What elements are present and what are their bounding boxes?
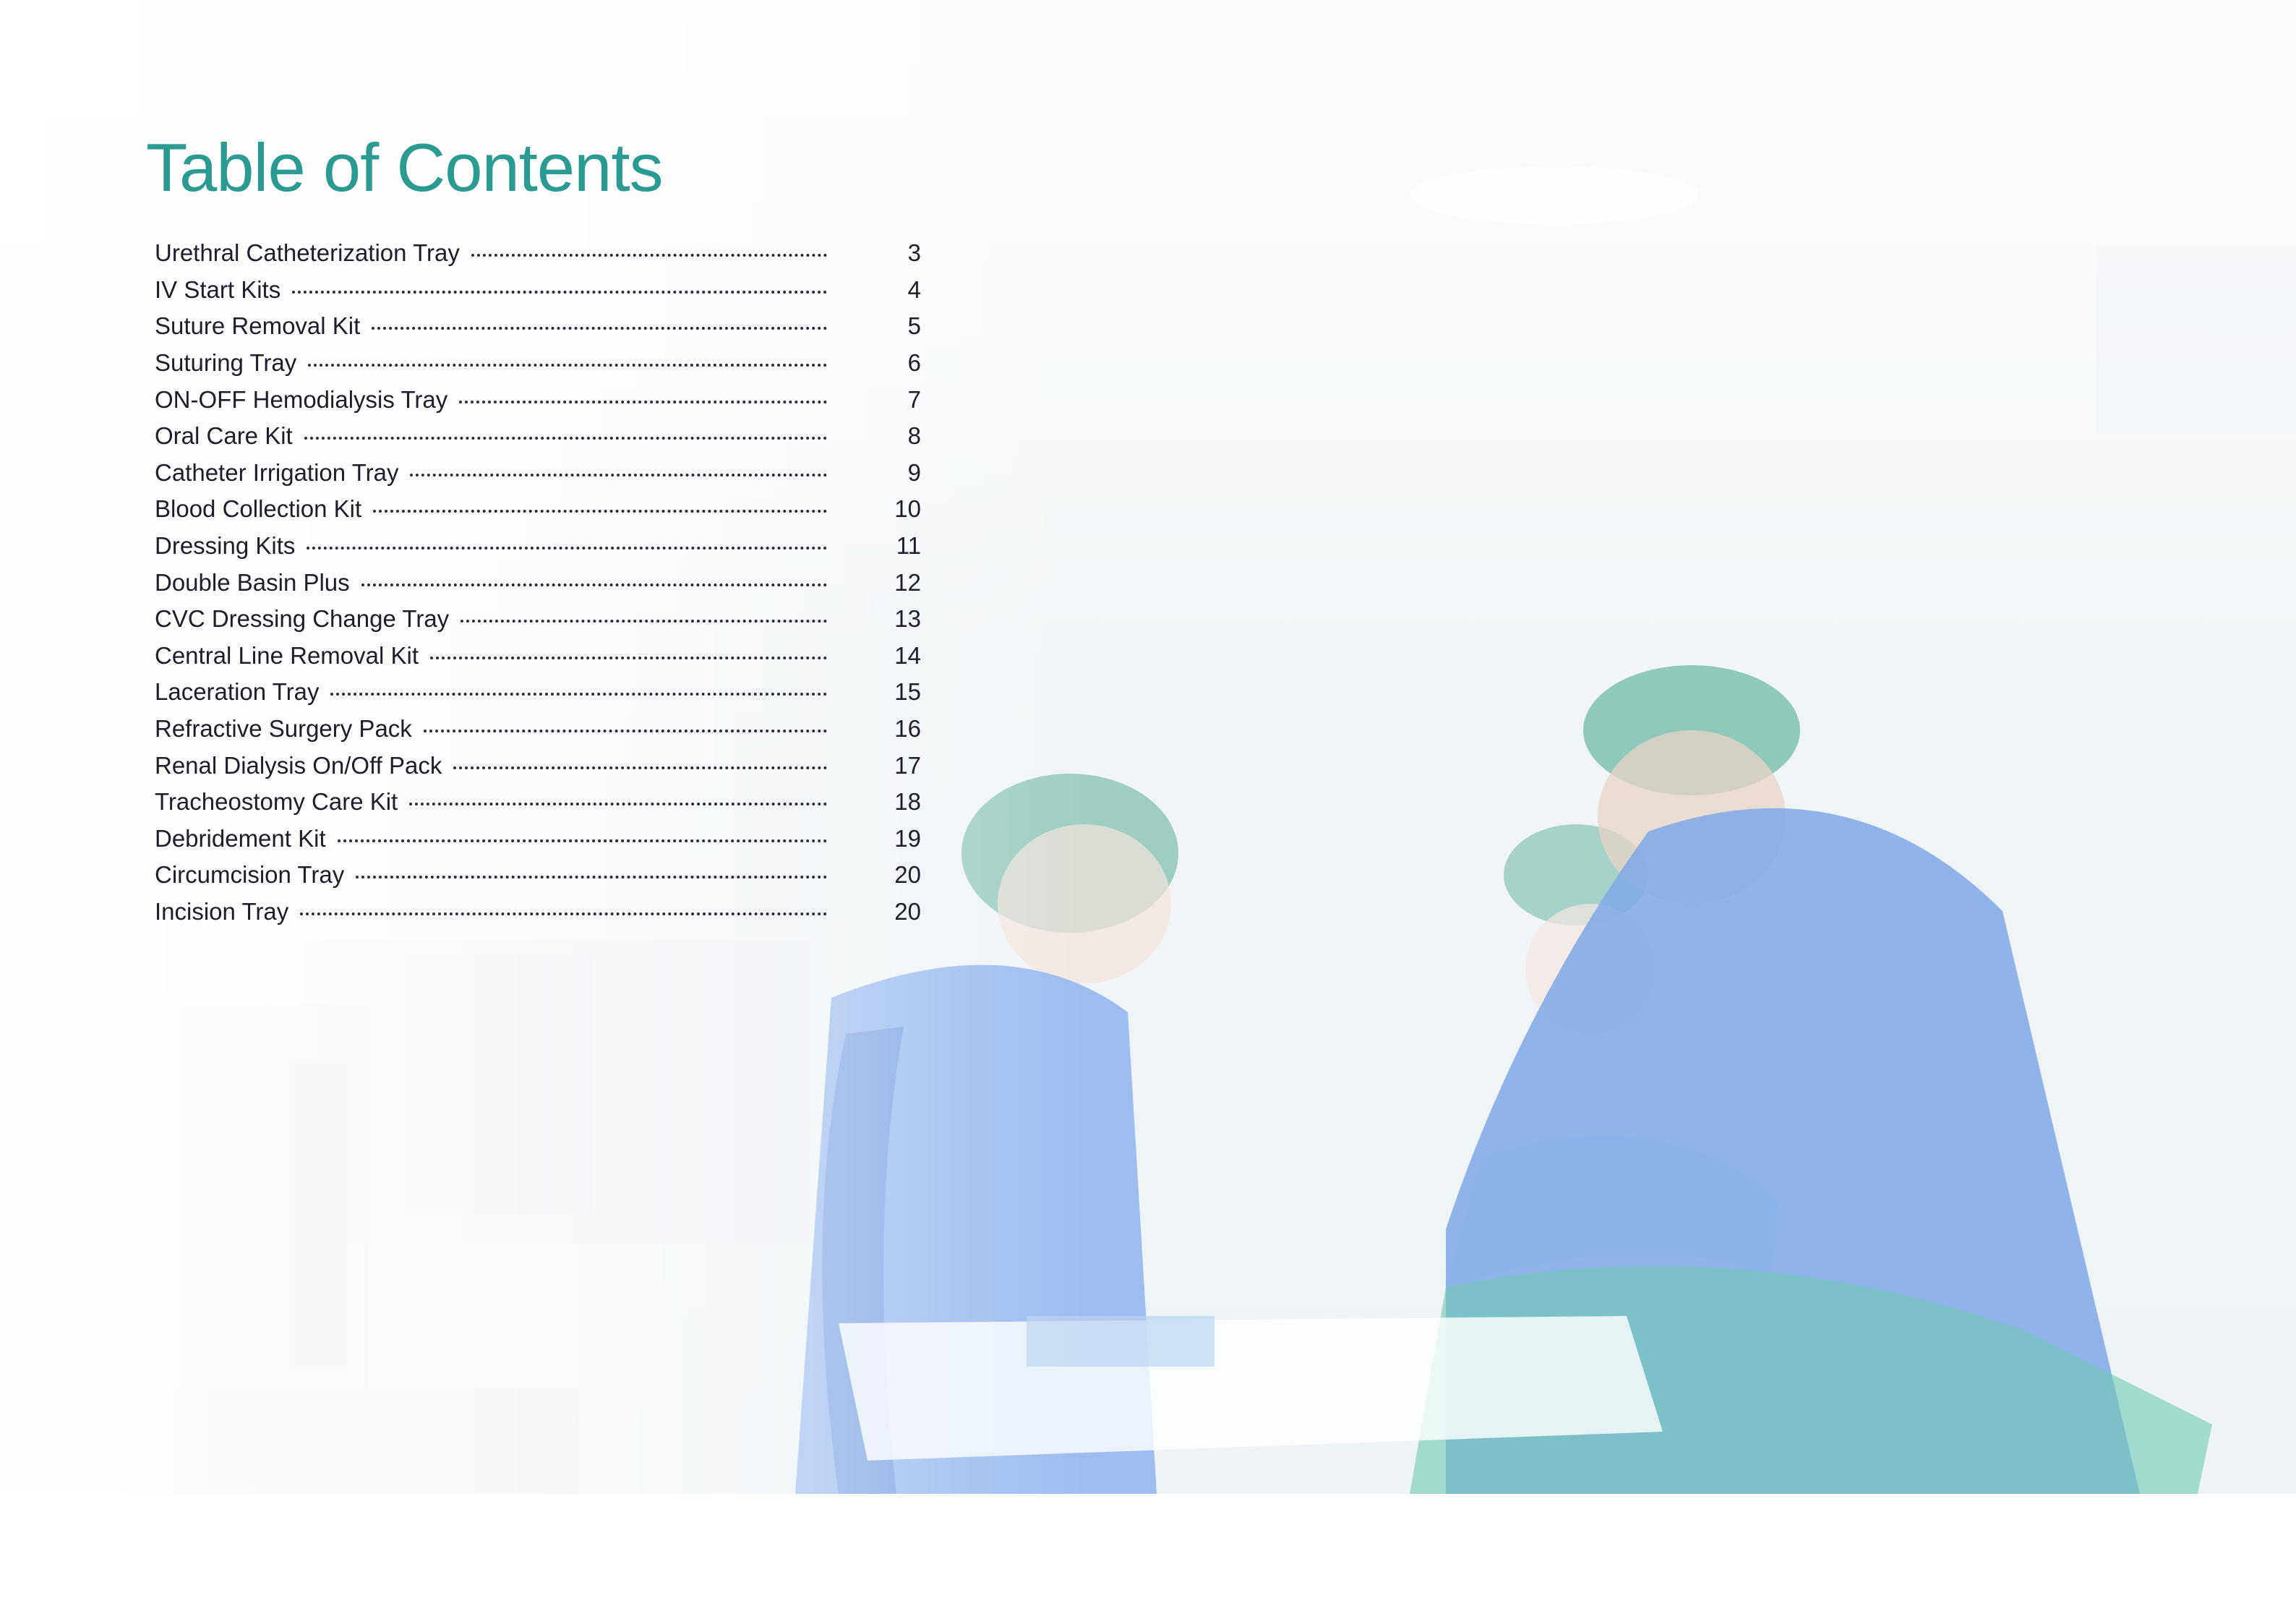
- toc-leader-area: [361, 579, 921, 586]
- toc-leader-area: [307, 542, 921, 550]
- toc-entry[interactable]: Urethral Catheterization Tray 3: [155, 235, 921, 272]
- toc-entry[interactable]: Suturing Tray 6: [155, 345, 921, 382]
- toc-entry-label: Central Line Removal Kit: [155, 641, 419, 669]
- toc-leader-area: [292, 286, 921, 294]
- dotted-leader: [308, 364, 827, 367]
- toc-entry-label: Catheter Irrigation Tray: [155, 458, 399, 486]
- toc-entry-label: Laceration Tray: [155, 678, 320, 706]
- dotted-leader: [292, 290, 827, 294]
- toc-entry-page-number: 5: [907, 312, 921, 340]
- toc-entry-label: CVC Dressing Change Tray: [155, 605, 450, 633]
- dotted-leader: [461, 620, 827, 623]
- toc-entry[interactable]: Blood Collection Kit 10: [155, 491, 921, 528]
- toc-entry[interactable]: IV Start Kits 4: [155, 272, 921, 309]
- toc-entry-page-number: 18: [894, 788, 921, 816]
- page-title: Table of Contents: [146, 129, 664, 205]
- toc-entry-page-number: 19: [894, 824, 921, 852]
- toc-leader-area: [372, 322, 921, 330]
- toc-leader-area: [409, 798, 921, 806]
- toc-entry[interactable]: Central Line Removal Kit 14: [155, 638, 921, 675]
- toc-entry[interactable]: Double Basin Plus 12: [155, 564, 921, 601]
- dotted-leader: [330, 693, 827, 696]
- toc-entry[interactable]: Tracheostomy Care Kit 18: [155, 784, 921, 821]
- toc-entry[interactable]: Debridement Kit 19: [155, 821, 921, 858]
- toc-leader-area: [304, 432, 921, 440]
- toc-entry-page-number: 16: [894, 715, 921, 743]
- toc-entry[interactable]: Circumcision Tray 20: [155, 857, 921, 894]
- toc-entry[interactable]: Suture Removal Kit 5: [155, 308, 921, 345]
- toc-entry-page-number: 17: [894, 751, 921, 779]
- dotted-leader: [430, 656, 827, 659]
- toc-entry[interactable]: Laceration Tray 15: [155, 674, 921, 711]
- toc-entry[interactable]: Incision Tray 20: [155, 894, 921, 931]
- toc-entry-page-number: 6: [907, 349, 921, 377]
- toc-entry[interactable]: Refractive Surgery Pack 16: [155, 711, 921, 748]
- toc-entry-label: Urethral Catheterization Tray: [155, 239, 460, 267]
- toc-leader-area: [300, 908, 921, 915]
- toc-entry-page-number: 13: [894, 605, 921, 633]
- dotted-leader: [337, 839, 827, 842]
- toc-entry-page-number: 11: [896, 532, 921, 560]
- toc-entry-label: Blood Collection Kit: [155, 495, 362, 523]
- toc-entry-page-number: 7: [907, 385, 921, 413]
- toc-leader-area: [430, 652, 921, 659]
- toc-leader-area: [308, 359, 921, 367]
- dotted-leader: [423, 730, 827, 733]
- toc-entry-page-number: 9: [907, 458, 921, 486]
- dotted-leader: [409, 803, 827, 806]
- toc-entry-label: Tracheostomy Care Kit: [155, 788, 398, 816]
- dotted-leader: [304, 437, 827, 440]
- toc-entry-page-number: 10: [894, 495, 921, 523]
- toc-entry-label: Circumcision Tray: [155, 861, 345, 889]
- page: Table of Contents Urethral Catheterizati…: [0, 0, 2296, 1624]
- toc-entry-page-number: 4: [907, 275, 921, 303]
- toc-entry-label: Refractive Surgery Pack: [155, 715, 412, 743]
- toc-list: Urethral Catheterization Tray 3 IV Start K…: [155, 235, 921, 930]
- toc-entry-page-number: 20: [894, 897, 921, 925]
- toc-leader-area: [337, 835, 921, 842]
- toc-entry[interactable]: CVC Dressing Change Tray 13: [155, 601, 921, 638]
- toc-entry-label: IV Start Kits: [155, 275, 281, 303]
- dotted-leader: [356, 876, 827, 879]
- toc-leader-area: [453, 762, 921, 769]
- toc-entry-page-number: 20: [894, 861, 921, 889]
- toc-entry-label: Oral Care Kit: [155, 422, 293, 450]
- toc-entry[interactable]: Oral Care Kit 8: [155, 418, 921, 455]
- toc-entry-page-number: 3: [907, 239, 921, 267]
- toc-leader-area: [423, 725, 921, 733]
- toc-entry-label: ON-OFF Hemodialysis Tray: [155, 385, 448, 413]
- dotted-leader: [307, 547, 827, 550]
- toc-entry-label: Suturing Tray: [155, 349, 297, 377]
- toc-entry-label: Double Basin Plus: [155, 568, 350, 596]
- toc-leader-area: [373, 505, 921, 513]
- toc-leader-area: [459, 396, 921, 403]
- dotted-leader: [471, 254, 827, 257]
- toc-entry-page-number: 14: [894, 641, 921, 669]
- toc-leader-area: [410, 469, 921, 476]
- toc-entry[interactable]: Renal Dialysis On/Off Pack 17: [155, 747, 921, 784]
- toc-entry-label: Incision Tray: [155, 897, 289, 925]
- dotted-leader: [459, 400, 827, 403]
- toc-entry[interactable]: ON-OFF Hemodialysis Tray 7: [155, 381, 921, 418]
- dotted-leader: [300, 912, 827, 915]
- toc-entry[interactable]: Dressing Kits 11: [155, 528, 921, 565]
- toc-entry[interactable]: Catheter Irrigation Tray 9: [155, 455, 921, 492]
- toc-entry-page-number: 8: [907, 422, 921, 450]
- toc-entry-label: Renal Dialysis On/Off Pack: [155, 751, 442, 779]
- toc-leader-area: [330, 688, 921, 696]
- toc-entry-page-number: 12: [894, 568, 921, 596]
- toc-entry-label: Dressing Kits: [155, 532, 296, 560]
- toc-leader-area: [356, 871, 921, 879]
- dotted-leader: [372, 327, 827, 330]
- toc-entry-page-number: 15: [894, 678, 921, 706]
- dotted-leader: [453, 766, 827, 769]
- toc-entry-label: Debridement Kit: [155, 824, 326, 852]
- dotted-leader: [361, 583, 827, 586]
- toc-entry-label: Suture Removal Kit: [155, 312, 361, 340]
- dotted-leader: [410, 473, 827, 476]
- dotted-leader: [373, 510, 827, 513]
- toc-leader-area: [461, 615, 921, 623]
- toc-leader-area: [471, 249, 921, 257]
